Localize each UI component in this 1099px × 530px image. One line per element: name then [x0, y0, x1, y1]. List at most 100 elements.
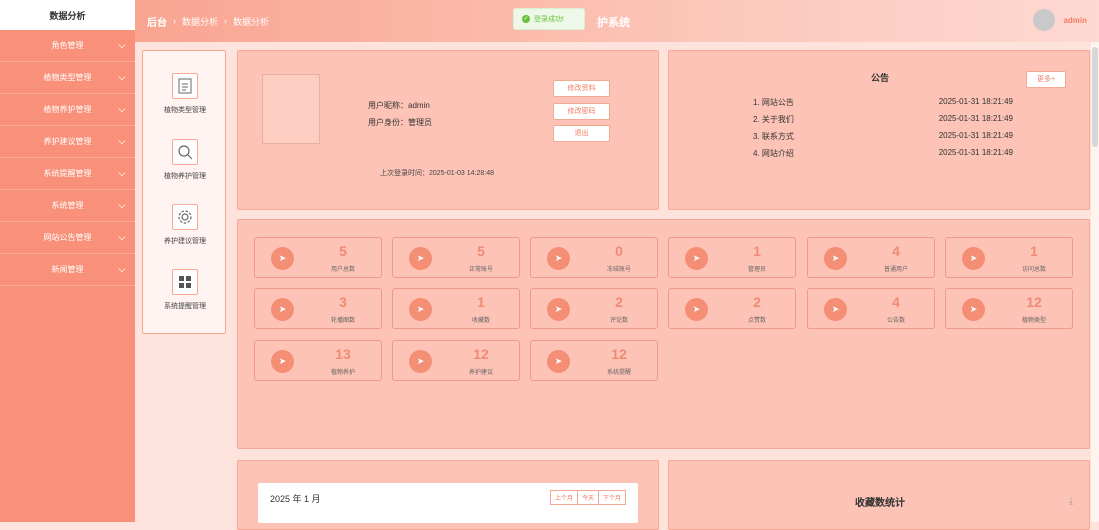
stat-value: 12: [1026, 294, 1042, 310]
stat-card[interactable]: ➤ 12 植物类型: [945, 288, 1073, 329]
stat-card[interactable]: ➤ 1 收藏数: [392, 288, 520, 329]
sidebar-item-plant-care[interactable]: 植物养护管理: [0, 94, 135, 126]
stat-value: 13: [335, 346, 351, 362]
breadcrumb-item[interactable]: 数据分析: [182, 15, 218, 28]
announcement-item[interactable]: 4. 网站介绍 2025-01-31 18:21:49: [753, 148, 1013, 159]
stat-value: 2: [753, 294, 761, 310]
stat-card[interactable]: ➤ 12 养护建议: [392, 340, 520, 381]
sidebar-item-label: 植物养护管理: [43, 105, 92, 114]
scrollbar[interactable]: [1091, 42, 1099, 522]
edit-profile-button[interactable]: 修改资料: [553, 80, 610, 97]
sidebar-item-news[interactable]: 新闻管理: [0, 254, 135, 286]
calendar-panel: 2025 年 1 月 上个月 今天 下个月: [237, 460, 659, 530]
announcement-item[interactable]: 2. 关于我们 2025-01-31 18:21:49: [753, 114, 1013, 125]
navigation-arrow-icon: ➤: [962, 298, 985, 321]
chevron-down-icon: [118, 73, 126, 81]
calendar: 2025 年 1 月 上个月 今天 下个月: [258, 483, 638, 523]
sidebar-item-care-advice[interactable]: 养护建议管理: [0, 126, 135, 158]
navigation-arrow-icon: ➤: [547, 247, 570, 270]
success-toast: ✓ 登录成功!: [513, 8, 585, 30]
logout-button[interactable]: 退出: [553, 125, 610, 142]
stat-label: 轮播图数: [330, 318, 355, 324]
scrollbar-thumb[interactable]: [1092, 47, 1098, 147]
breadcrumb: 后台 › 数据分析 › 数据分析: [147, 14, 269, 29]
announcement-label: 4. 网站介绍: [753, 149, 794, 158]
prev-month-button[interactable]: 上个月: [549, 490, 578, 505]
sidebar-item-announcements[interactable]: 网站公告管理: [0, 222, 135, 254]
stat-card[interactable]: ➤ 2 评论数: [530, 288, 658, 329]
breadcrumb-home[interactable]: 后台: [147, 14, 167, 29]
stat-card[interactable]: ➤ 3 轮播图数: [254, 288, 382, 329]
stat-label: 正常账号: [468, 267, 493, 273]
today-button[interactable]: 今天: [576, 490, 599, 505]
sidebar-item-plant-types[interactable]: 植物类型管理: [0, 62, 135, 94]
username[interactable]: admin: [1063, 16, 1087, 25]
announcement-panel: 公告 更多+ 1. 网站公告 2025-01-31 18:21:49 2. 关于我…: [668, 50, 1090, 210]
sidebar-item-system[interactable]: 系统管理: [0, 190, 135, 222]
stat-card[interactable]: ➤ 2 点赞数: [668, 288, 796, 329]
stat-label: 普通用户: [883, 267, 908, 273]
stat-label: 植物类型: [1021, 318, 1046, 324]
role-label: 用户身份：: [368, 118, 408, 127]
stat-value: 12: [473, 346, 489, 362]
stat-card[interactable]: ➤ 1 管理员: [668, 237, 796, 278]
user-profile-panel: 用户昵称：admin 用户身份：管理员 上次登录时间：2025-01-03 14…: [237, 50, 659, 210]
stat-value: 5: [339, 243, 347, 259]
gear-icon: [172, 204, 198, 230]
stat-value: 12: [611, 346, 627, 362]
stat-value: 5: [477, 243, 485, 259]
stat-value: 1: [753, 243, 761, 259]
breadcrumb-item: 数据分析: [233, 16, 270, 27]
stat-label: 评论数: [609, 318, 628, 324]
quick-link-plant-care[interactable]: 植物养护管理: [143, 139, 227, 181]
favorites-chart-panel: 收藏数统计 ⤓: [668, 460, 1090, 530]
quick-link-plant-types[interactable]: 植物类型管理: [143, 73, 227, 115]
sidebar-item-label: 系统管理: [51, 201, 84, 210]
navigation-arrow-icon: ➤: [271, 247, 294, 270]
sidebar-item-label: 网站公告管理: [43, 233, 92, 242]
announcement-item[interactable]: 3. 联系方式 2025-01-31 18:21:49: [753, 131, 1013, 142]
navigation-arrow-icon: ➤: [409, 298, 432, 321]
stat-value: 1: [1030, 243, 1038, 259]
change-password-button[interactable]: 修改密码: [553, 103, 610, 120]
quick-link-label: 植物养护管理: [164, 173, 206, 180]
last-login-time: 上次登录时间：2025-01-03 14:28:48: [380, 170, 494, 177]
stat-card[interactable]: ➤ 4 公告数: [807, 288, 935, 329]
chevron-down-icon: [118, 201, 126, 209]
stat-card[interactable]: ➤ 13 植物养护: [254, 340, 382, 381]
sidebar-item-label: 系统提醒管理: [43, 169, 92, 178]
announcement-item[interactable]: 1. 网站公告 2025-01-31 18:21:49: [753, 97, 1013, 108]
stat-value: 4: [892, 243, 900, 259]
stat-card[interactable]: ➤ 4 普通用户: [807, 237, 935, 278]
stat-card[interactable]: ➤ 1 访问总数: [945, 237, 1073, 278]
stat-card[interactable]: ➤ 5 正常账号: [392, 237, 520, 278]
stat-label: 收藏数: [471, 318, 490, 324]
sidebar-item-label: 角色管理: [51, 41, 84, 50]
stat-card[interactable]: ➤ 12 系统提醒: [530, 340, 658, 381]
download-icon[interactable]: ⤓: [1069, 496, 1073, 507]
search-icon: [172, 139, 198, 165]
quick-link-reminders[interactable]: 系统提醒管理: [143, 269, 227, 311]
stat-label: 公告数: [886, 318, 905, 324]
role-value: 管理员: [408, 118, 432, 127]
more-button[interactable]: 更多+: [1026, 71, 1066, 88]
sidebar-item-reminders[interactable]: 系统提醒管理: [0, 158, 135, 190]
stat-value: 3: [339, 294, 347, 310]
next-month-button[interactable]: 下个月: [597, 490, 626, 505]
quick-link-care-advice[interactable]: 养护建议管理: [143, 204, 227, 246]
stat-label: 访问总数: [1021, 267, 1046, 273]
announcement-date: 2025-01-31 18:21:49: [938, 131, 1013, 140]
stat-card[interactable]: ➤ 0 冻结账号: [530, 237, 658, 278]
document-icon: [172, 73, 198, 99]
navigation-arrow-icon: ➤: [547, 298, 570, 321]
navigation-arrow-icon: ➤: [271, 350, 294, 373]
sidebar-item-roles[interactable]: 角色管理: [0, 30, 135, 62]
stat-card[interactable]: ➤ 5 用户总数: [254, 237, 382, 278]
sidebar-item-dashboard[interactable]: 数据分析: [0, 0, 135, 30]
grid-icon: [172, 269, 198, 295]
avatar[interactable]: [1033, 9, 1055, 31]
navigation-arrow-icon: ➤: [271, 298, 294, 321]
stat-label: 管理员: [747, 267, 766, 273]
quick-link-label: 系统提醒管理: [164, 303, 206, 310]
announcement-label: 2. 关于我们: [753, 115, 794, 124]
